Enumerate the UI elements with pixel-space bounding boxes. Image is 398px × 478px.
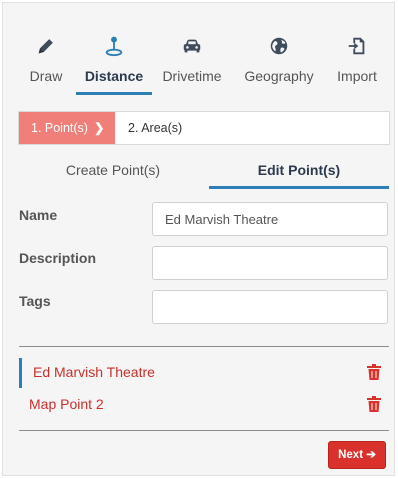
next-button[interactable]: Next ➔ bbox=[328, 441, 386, 469]
tab-import[interactable]: Import bbox=[328, 33, 386, 99]
tab-distance[interactable]: Distance bbox=[76, 33, 152, 99]
divider bbox=[19, 430, 389, 431]
tags-input[interactable] bbox=[152, 290, 388, 324]
tags-label: Tags bbox=[19, 293, 51, 309]
tab-distance-label: Distance bbox=[84, 68, 144, 84]
chevron-right-icon: ❯ bbox=[93, 121, 105, 135]
step-points-label: 1. Point(s) bbox=[31, 121, 88, 135]
point-list-item[interactable]: Map Point 2 bbox=[19, 390, 389, 420]
next-button-label: Next bbox=[338, 449, 364, 461]
active-tab-underline bbox=[76, 92, 152, 95]
analysis-panel: Draw Distance Drivetime Geography Import… bbox=[2, 2, 395, 476]
car-icon bbox=[183, 39, 201, 53]
step-indicator: 1. Point(s) ❯ 2. Area(s) bbox=[18, 111, 390, 145]
tab-drivetime-label: Drivetime bbox=[162, 68, 222, 84]
tool-tabs: Draw Distance Drivetime Geography Import bbox=[3, 33, 396, 99]
tab-draw-label: Draw bbox=[29, 68, 63, 84]
tab-geography[interactable]: Geography bbox=[240, 33, 318, 99]
tab-drivetime[interactable]: Drivetime bbox=[159, 33, 225, 99]
tab-geography-label: Geography bbox=[244, 68, 314, 84]
map-pin-icon bbox=[105, 36, 123, 57]
point-subtabs: Create Point(s) Edit Point(s) bbox=[18, 153, 390, 189]
step-points[interactable]: 1. Point(s) ❯ bbox=[19, 112, 115, 144]
selected-indicator bbox=[19, 358, 22, 388]
trash-icon[interactable] bbox=[367, 364, 381, 380]
step-areas[interactable]: 2. Area(s) bbox=[128, 112, 182, 144]
point-name: Ed Marvish Theatre bbox=[33, 364, 155, 380]
globe-icon bbox=[270, 37, 288, 55]
tab-draw[interactable]: Draw bbox=[18, 33, 74, 99]
description-label: Description bbox=[19, 250, 97, 266]
arrow-right-icon: ➔ bbox=[366, 449, 376, 461]
trash-icon[interactable] bbox=[367, 396, 381, 412]
point-name: Map Point 2 bbox=[29, 396, 104, 412]
name-input[interactable] bbox=[152, 202, 388, 236]
tab-import-label: Import bbox=[337, 68, 377, 84]
pencil-icon bbox=[38, 39, 53, 54]
point-list-item[interactable]: Ed Marvish Theatre bbox=[19, 358, 389, 388]
tab-edit-points[interactable]: Edit Point(s) bbox=[209, 153, 389, 189]
tab-create-points[interactable]: Create Point(s) bbox=[28, 153, 198, 189]
description-input[interactable] bbox=[152, 246, 388, 280]
name-label: Name bbox=[19, 207, 58, 223]
divider bbox=[19, 346, 389, 347]
import-icon bbox=[348, 37, 365, 55]
